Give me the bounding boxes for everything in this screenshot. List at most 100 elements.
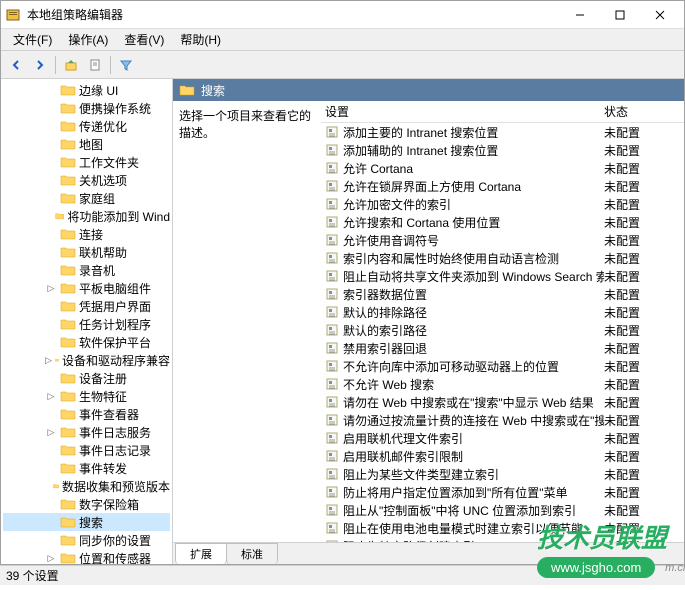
setting-row[interactable]: 索引器数据位置未配置 [321,285,684,303]
setting-row[interactable]: 禁用索引器回退未配置 [321,339,684,357]
tree-caret-icon[interactable] [45,210,52,222]
tree-caret-icon[interactable]: ▷ [45,552,57,564]
tree-item[interactable]: 传递优化 [3,117,170,135]
setting-row[interactable]: 阻止为某些文件类型建立索引未配置 [321,465,684,483]
menu-help[interactable]: 帮助(H) [172,29,229,50]
filter-button[interactable] [115,54,137,76]
tab-standard[interactable]: 标准 [226,543,278,564]
tree-caret-icon[interactable] [45,480,50,492]
tree-item[interactable]: 搜索 [3,513,170,531]
setting-row[interactable]: 不允许 Web 搜索未配置 [321,375,684,393]
tree-caret-icon[interactable] [45,534,57,546]
setting-row[interactable]: 允许 Cortana未配置 [321,159,684,177]
setting-row[interactable]: 请勿在 Web 中搜索或在"搜索"中显示 Web 结果未配置 [321,393,684,411]
setting-row[interactable]: 添加主要的 Intranet 搜索位置未配置 [321,123,684,141]
tree-item[interactable]: ▷位置和传感器 [3,549,170,564]
setting-row[interactable]: 启用联机代理文件索引未配置 [321,429,684,447]
tree-caret-icon[interactable] [45,138,57,150]
tree-caret-icon[interactable] [45,372,57,384]
tree-caret-icon[interactable] [45,84,57,96]
tree-caret-icon[interactable] [45,318,57,330]
tree-item[interactable]: 数据收集和预览版本 [3,477,170,495]
setting-row[interactable]: 允许加密文件的索引未配置 [321,195,684,213]
tree-item[interactable]: 事件转发 [3,459,170,477]
settings-list[interactable]: 设置 状态 添加主要的 Intranet 搜索位置未配置添加辅助的 Intran… [321,101,684,542]
minimize-button[interactable] [560,3,600,27]
setting-name: 默认的索引路径 [343,322,427,339]
tree-label: 地图 [79,136,103,153]
tree-caret-icon[interactable] [45,516,57,528]
column-status[interactable]: 状态 [604,103,684,120]
setting-row[interactable]: 索引内容和属性时始终使用自动语言检测未配置 [321,249,684,267]
tree-item[interactable]: 地图 [3,135,170,153]
setting-row[interactable]: 默认的排除路径未配置 [321,303,684,321]
tree-caret-icon[interactable] [45,156,57,168]
tree-caret-icon[interactable]: ▷ [45,426,57,438]
tree-caret-icon[interactable] [45,336,57,348]
tree-caret-icon[interactable] [45,498,57,510]
setting-row[interactable]: 阻止在使用电池电量模式时建立索引以便节能未配置 [321,519,684,537]
tree-item[interactable]: 同步你的设置 [3,531,170,549]
tree-item[interactable]: 数字保险箱 [3,495,170,513]
tree-item[interactable]: 便携操作系统 [3,99,170,117]
setting-row[interactable]: 阻止从"控制面板"中将 UNC 位置添加到索引未配置 [321,501,684,519]
setting-row[interactable]: 默认的索引路径未配置 [321,321,684,339]
close-button[interactable] [640,3,680,27]
up-button[interactable] [60,54,82,76]
setting-row[interactable]: 阻止自动将共享文件夹添加到 Windows Search 索引未配置 [321,267,684,285]
menu-file[interactable]: 文件(F) [5,29,60,50]
tree-item[interactable]: 将功能添加到 Wind [3,207,170,225]
setting-row[interactable]: 启用联机邮件索引限制未配置 [321,447,684,465]
back-button[interactable] [5,54,27,76]
tree-item[interactable]: 工作文件夹 [3,153,170,171]
tree-item[interactable]: 连接 [3,225,170,243]
tree-item[interactable]: ▷设备和驱动程序兼容 [3,351,170,369]
forward-button[interactable] [29,54,51,76]
tree-item[interactable]: ▷事件日志服务 [3,423,170,441]
setting-row[interactable]: 允许在锁屏界面上方使用 Cortana未配置 [321,177,684,195]
tree-caret-icon[interactable] [45,408,57,420]
tree-caret-icon[interactable] [45,264,57,276]
tree-item[interactable]: 边缘 UI [3,81,170,99]
tree-item[interactable]: 联机帮助 [3,243,170,261]
tree-item[interactable]: 家庭组 [3,189,170,207]
tree-caret-icon[interactable] [45,444,57,456]
tree-caret-icon[interactable] [45,462,57,474]
setting-row[interactable]: 请勿通过按流量计费的连接在 Web 中搜索或在"搜索"中显...未配置 [321,411,684,429]
setting-row[interactable]: 添加辅助的 Intranet 搜索位置未配置 [321,141,684,159]
tree-item[interactable]: 关机选项 [3,171,170,189]
setting-row[interactable]: 防止将用户指定位置添加到"所有位置"菜单未配置 [321,483,684,501]
tree-item[interactable]: 凭据用户界面 [3,297,170,315]
column-setting[interactable]: 设置 [321,103,604,120]
tree-caret-icon[interactable]: ▷ [45,354,52,366]
tree-caret-icon[interactable] [45,300,57,312]
menu-view[interactable]: 查看(V) [116,29,172,50]
tree-caret-icon[interactable] [45,246,57,258]
tree-caret-icon[interactable] [45,102,57,114]
tab-extended[interactable]: 扩展 [175,543,227,564]
tree-panel[interactable]: 边缘 UI便携操作系统传递优化地图工作文件夹关机选项家庭组将功能添加到 Wind… [1,79,173,564]
maximize-button[interactable] [600,3,640,27]
tree-item[interactable]: 任务计划程序 [3,315,170,333]
tree-caret-icon[interactable]: ▷ [45,282,57,294]
tree-item[interactable]: 录音机 [3,261,170,279]
tree-caret-icon[interactable] [45,228,57,240]
setting-row[interactable]: 允许搜索和 Cortana 使用位置未配置 [321,213,684,231]
tree-label: 搜索 [79,514,103,531]
menu-action[interactable]: 操作(A) [60,29,116,50]
tree-item[interactable]: ▷平板电脑组件 [3,279,170,297]
tree-caret-icon[interactable] [45,120,57,132]
tree-caret-icon[interactable]: ▷ [45,390,57,402]
tree-item[interactable]: 事件查看器 [3,405,170,423]
tree-item[interactable]: ▷生物特征 [3,387,170,405]
statusbar: 39 个设置 [0,565,685,585]
tree-caret-icon[interactable] [45,174,57,186]
setting-row[interactable]: 不允许向库中添加可移动驱动器上的位置未配置 [321,357,684,375]
properties-button[interactable] [84,54,106,76]
tree-caret-icon[interactable] [45,192,57,204]
tree-item[interactable]: 软件保护平台 [3,333,170,351]
list-header: 设置 状态 [321,101,684,123]
tree-item[interactable]: 设备注册 [3,369,170,387]
tree-item[interactable]: 事件日志记录 [3,441,170,459]
setting-row[interactable]: 允许使用音调符号未配置 [321,231,684,249]
